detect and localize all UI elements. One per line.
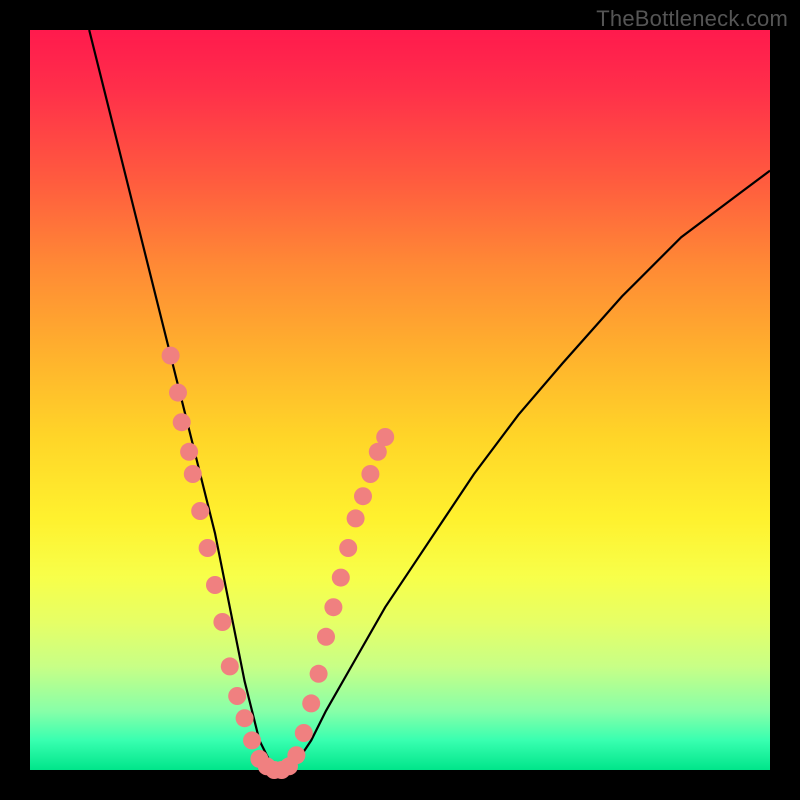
watermark-text: TheBottleneck.com [596,6,788,32]
marker-dot [173,413,191,431]
marker-dot [295,724,313,742]
marker-dot [206,576,224,594]
marker-dot [376,428,394,446]
marker-dot [324,598,342,616]
marker-dot [236,709,254,727]
marker-group [162,347,395,779]
marker-dot [191,502,209,520]
marker-dot [213,613,231,631]
marker-dot [310,665,328,683]
marker-dot [287,746,305,764]
marker-dot [354,487,372,505]
marker-dot [162,347,180,365]
marker-dot [180,443,198,461]
marker-dot [184,465,202,483]
marker-dot [302,694,320,712]
marker-dot [347,509,365,527]
marker-dot [339,539,357,557]
marker-dot [317,628,335,646]
plot-area [30,30,770,770]
bottleneck-curve [89,30,770,770]
marker-dot [332,569,350,587]
marker-dot [228,687,246,705]
marker-dot [169,384,187,402]
marker-dot [243,731,261,749]
marker-dot [221,657,239,675]
marker-dot [361,465,379,483]
marker-dot [199,539,217,557]
chart-frame: TheBottleneck.com [0,0,800,800]
chart-svg [30,30,770,770]
